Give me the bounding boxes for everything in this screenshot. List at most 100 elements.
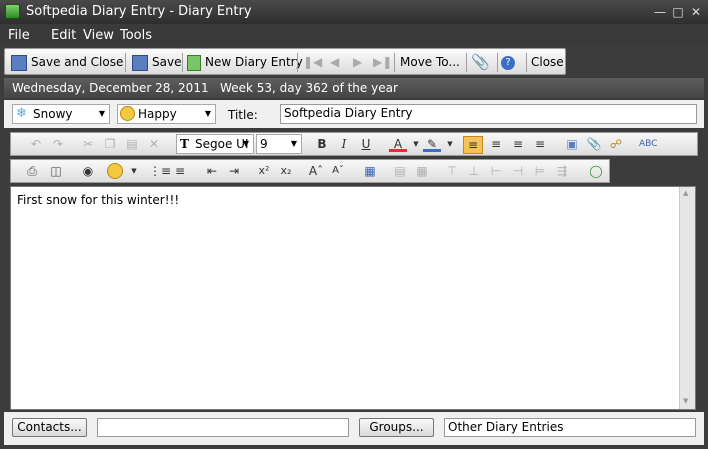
scroll-down-icon[interactable]: ▼ — [683, 397, 688, 405]
numbered-list-icon[interactable]: ≡ — [171, 163, 189, 179]
paste-icon[interactable]: ▤ — [123, 136, 141, 152]
print-icon[interactable]: ⎙ — [23, 163, 41, 179]
chevron-down-icon[interactable]: ▼ — [441, 136, 459, 152]
copy-icon[interactable]: ❐ — [101, 136, 119, 152]
close-button[interactable]: Close — [531, 52, 564, 72]
scroll-up-icon[interactable]: ▲ — [683, 189, 688, 197]
font-size-select[interactable]: 9 ▼ — [256, 134, 302, 154]
grow-font-icon[interactable]: Aˆ — [307, 163, 325, 179]
previous-entry-button[interactable]: ◀ — [330, 52, 339, 72]
bold-icon[interactable]: B — [313, 136, 331, 152]
insert-row-below-icon[interactable]: ⊥ — [465, 163, 483, 179]
entry-editor[interactable]: First snow for this winter!!! ▲ ▼ — [10, 186, 696, 410]
font-icon: T — [180, 137, 189, 151]
increase-indent-icon[interactable]: ⇥ — [225, 163, 243, 179]
decrease-indent-icon[interactable]: ⇤ — [203, 163, 221, 179]
next-entry-button[interactable]: ▶ — [353, 52, 362, 72]
redo-icon[interactable]: ↷ — [49, 136, 67, 152]
font-value: Segoe UI — [195, 137, 249, 151]
bullet-list-icon[interactable]: ⋮≡ — [149, 163, 171, 179]
table-properties-icon[interactable]: ▤ — [391, 163, 409, 179]
toolbar-separator — [394, 53, 395, 72]
attachment-button[interactable]: 📎 — [471, 52, 490, 72]
font-size-value: 9 — [260, 137, 268, 151]
app-icon — [5, 4, 20, 19]
save-and-close-button[interactable]: Save and Close — [11, 52, 123, 72]
first-entry-button[interactable]: ❚◀ — [303, 52, 322, 72]
delete-row-icon[interactable]: ⊢ — [487, 163, 505, 179]
weather-select[interactable]: ❄ Snowy ▼ — [12, 104, 110, 124]
help-button[interactable]: ? — [501, 52, 515, 72]
undo-icon[interactable]: ↶ — [27, 136, 45, 152]
align-center-icon[interactable]: ≡ — [487, 136, 505, 152]
insert-picture-icon[interactable]: ▣ — [563, 136, 581, 152]
spell-check-icon[interactable]: ABC — [639, 136, 657, 152]
insert-column-icon[interactable]: ⊣ — [509, 163, 527, 179]
emoticon-icon[interactable] — [107, 163, 123, 179]
insert-attachment-icon[interactable]: 📎 — [585, 136, 603, 152]
mood-value: Happy — [138, 107, 177, 121]
title-bar: Softpedia Diary Entry - Diary Entry — □ … — [0, 0, 708, 24]
window-title: Softpedia Diary Entry - Diary Entry — [26, 4, 252, 19]
font-color-icon[interactable]: A — [389, 136, 407, 152]
date-info: Wednesday, December 28, 2011 Week 53, da… — [4, 78, 704, 98]
mood-select[interactable]: Happy ▼ — [117, 104, 216, 124]
last-entry-button[interactable]: ▶❚ — [373, 52, 392, 72]
chevron-down-icon: ▼ — [290, 139, 297, 148]
find-icon[interactable]: ◉ — [79, 163, 97, 179]
shrink-font-icon[interactable]: Aˇ — [329, 163, 347, 179]
vertical-scrollbar[interactable]: ▲ ▼ — [679, 187, 695, 409]
justify-icon[interactable]: ≡ — [531, 136, 549, 152]
toolbar-separator — [497, 53, 498, 72]
align-left-icon[interactable]: ≡ — [463, 136, 483, 154]
insert-table-icon[interactable]: ▦ — [361, 163, 379, 179]
chevron-down-icon: ▼ — [98, 109, 105, 118]
groups-button[interactable]: Groups... — [359, 418, 434, 437]
contacts-button[interactable]: Contacts... — [12, 418, 87, 437]
underline-icon[interactable]: U — [357, 136, 375, 152]
help-icon: ? — [501, 55, 515, 70]
new-entry-icon — [187, 54, 201, 71]
cut-icon[interactable]: ✂ — [79, 136, 97, 152]
minimize-icon[interactable]: — — [652, 5, 668, 19]
format-toolbar-2: ⎙ ◫ ◉ ▼ ⋮≡ ≡ ⇤ ⇥ x² x₂ Aˆ Aˇ ▦ ▤ ▦ ⊤ ⊥ ⊢… — [10, 159, 610, 183]
format-toolbar-1: ↶ ↷ ✂ ❐ ▤ ✕ T Segoe UI ▼ 9 ▼ B I U A ▼ ✎… — [10, 132, 698, 156]
save-and-close-label: Save and Close — [31, 55, 124, 69]
italic-icon[interactable]: I — [335, 136, 353, 152]
save-button[interactable]: Save — [132, 52, 181, 72]
last-icon: ▶❚ — [373, 55, 393, 69]
close-window-icon[interactable]: ✕ — [688, 5, 704, 19]
move-to-button[interactable]: Move To... — [400, 52, 460, 72]
entry-fields: ❄ Snowy ▼ Happy ▼ Title: Softpedia Diary… — [4, 100, 704, 128]
groups-field[interactable]: Other Diary Entries — [444, 418, 696, 437]
table-cells-icon[interactable]: ▦ — [413, 163, 431, 179]
print-preview-icon[interactable]: ◫ — [47, 163, 65, 179]
menu-tools[interactable]: Tools — [120, 28, 152, 43]
chevron-down-icon: ▼ — [242, 139, 249, 148]
highlight-icon[interactable]: ✎ — [423, 136, 441, 152]
toolbar-separator — [182, 53, 183, 72]
menu-view[interactable]: View — [83, 28, 114, 43]
chevron-down-icon[interactable]: ▼ — [125, 163, 143, 179]
superscript-icon[interactable]: x² — [255, 163, 273, 179]
insert-link-icon[interactable]: ☍ — [607, 136, 625, 152]
new-diary-entry-button[interactable]: New Diary Entry — [187, 52, 303, 72]
align-right-icon[interactable]: ≡ — [509, 136, 527, 152]
main-toolbar: Save and Close Save New Diary Entry ❚◀ ◀… — [4, 48, 566, 75]
previous-icon: ◀ — [330, 55, 340, 69]
merge-cells-icon[interactable]: ⇶ — [553, 163, 571, 179]
title-input[interactable]: Softpedia Diary Entry — [280, 104, 697, 124]
menu-file[interactable]: File — [8, 28, 30, 43]
next-icon: ▶ — [353, 55, 363, 69]
subscript-icon[interactable]: x₂ — [277, 163, 295, 179]
hyperlink-icon[interactable]: ◯ — [587, 163, 605, 179]
menu-edit[interactable]: Edit — [51, 28, 76, 43]
floppy-icon — [132, 54, 148, 71]
insert-row-icon[interactable]: ⊤ — [443, 163, 461, 179]
delete-column-icon[interactable]: ⊨ — [531, 163, 549, 179]
contacts-field[interactable] — [97, 418, 349, 437]
maximize-icon[interactable]: □ — [670, 5, 686, 19]
toolbar-separator — [297, 53, 298, 72]
font-select[interactable]: T Segoe UI ▼ — [176, 134, 254, 154]
delete-icon[interactable]: ✕ — [145, 136, 163, 152]
